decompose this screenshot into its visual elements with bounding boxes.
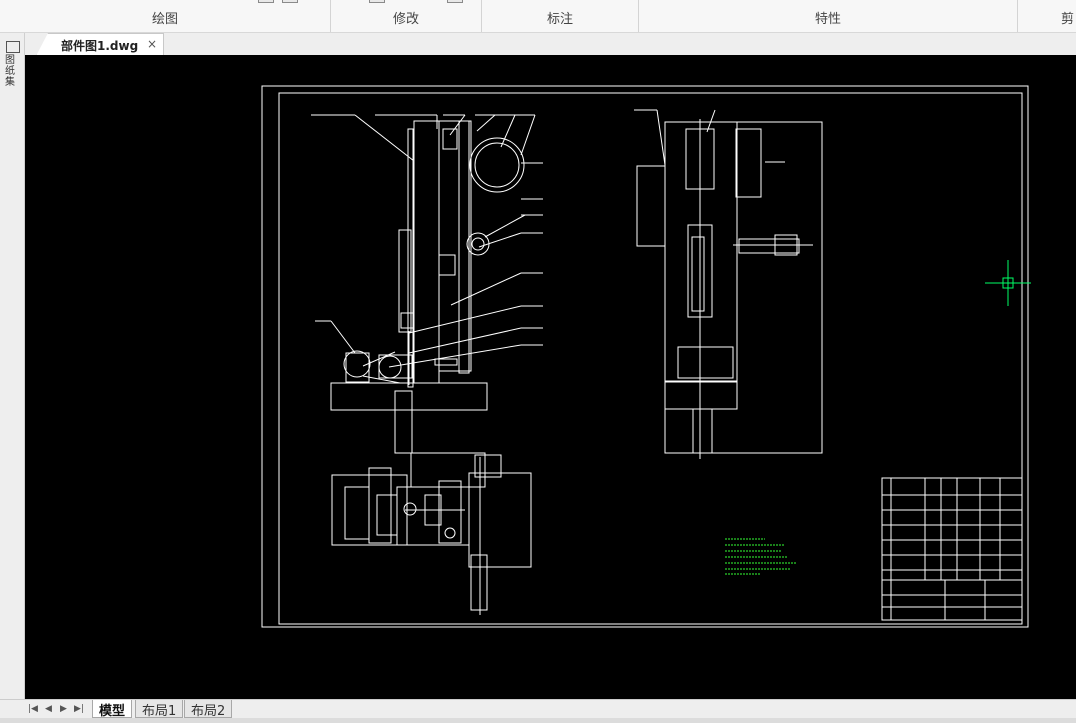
ribbon-group-annotate[interactable]: 标注	[482, 0, 639, 32]
cad-drawing	[261, 85, 1031, 628]
tab-layout2[interactable]: 布局2	[184, 700, 233, 719]
top-view	[331, 452, 532, 615]
close-icon[interactable]: ×	[147, 37, 157, 51]
layout-tab-bar: |◀ ◀ ▶ ▶| 模型 布局1 布局2	[0, 699, 1076, 723]
modify-tool-icon[interactable]	[369, 0, 385, 3]
crosshair-cursor	[985, 260, 1031, 306]
status-bar	[0, 718, 1076, 723]
sheet-inner-border	[278, 92, 1023, 625]
tab-layout1[interactable]: 布局1	[135, 700, 184, 719]
document-tab-strip: 部件图1.dwg ×	[0, 33, 1076, 56]
ribbon-group-clipboard[interactable]: 剪	[1018, 0, 1076, 32]
ribbon: 绘图 修改 标注 特性 剪	[0, 0, 1076, 33]
front-view	[311, 114, 543, 454]
ribbon-group-label: 标注	[546, 12, 573, 27]
draw-tool-icon[interactable]	[282, 0, 298, 3]
title-block	[881, 477, 1023, 621]
sheet-set-label: 图纸集	[5, 55, 15, 88]
draw-tool-icon[interactable]	[258, 0, 274, 3]
ribbon-group-label: 特性	[814, 12, 841, 27]
sheet-outer-border	[261, 85, 1029, 628]
annotation-text-block	[725, 538, 797, 575]
last-layout-button[interactable]: ▶|	[74, 704, 84, 714]
ribbon-group-draw[interactable]: 绘图	[0, 0, 331, 32]
tab-model[interactable]: 模型	[92, 700, 133, 719]
ribbon-group-properties[interactable]: 特性	[639, 0, 1018, 32]
modify-tool-icon[interactable]	[447, 0, 463, 3]
previous-layout-button[interactable]: ◀	[45, 704, 52, 714]
ribbon-group-modify[interactable]: 修改	[331, 0, 482, 32]
ribbon-group-label: 修改	[392, 12, 419, 27]
ribbon-group-label: 剪	[1060, 12, 1074, 27]
document-tab[interactable]: 部件图1.dwg ×	[36, 33, 164, 56]
ribbon-group-label: 绘图	[151, 12, 178, 27]
next-layout-button[interactable]: ▶	[60, 704, 67, 714]
document-tab-name: 部件图1.dwg	[61, 39, 139, 53]
first-layout-button[interactable]: |◀	[28, 704, 38, 714]
side-view	[634, 109, 823, 459]
sheet-set-panel[interactable]: 图纸集	[0, 33, 25, 703]
sheet-set-icon[interactable]	[6, 41, 20, 53]
drawing-canvas[interactable]	[25, 55, 1076, 699]
